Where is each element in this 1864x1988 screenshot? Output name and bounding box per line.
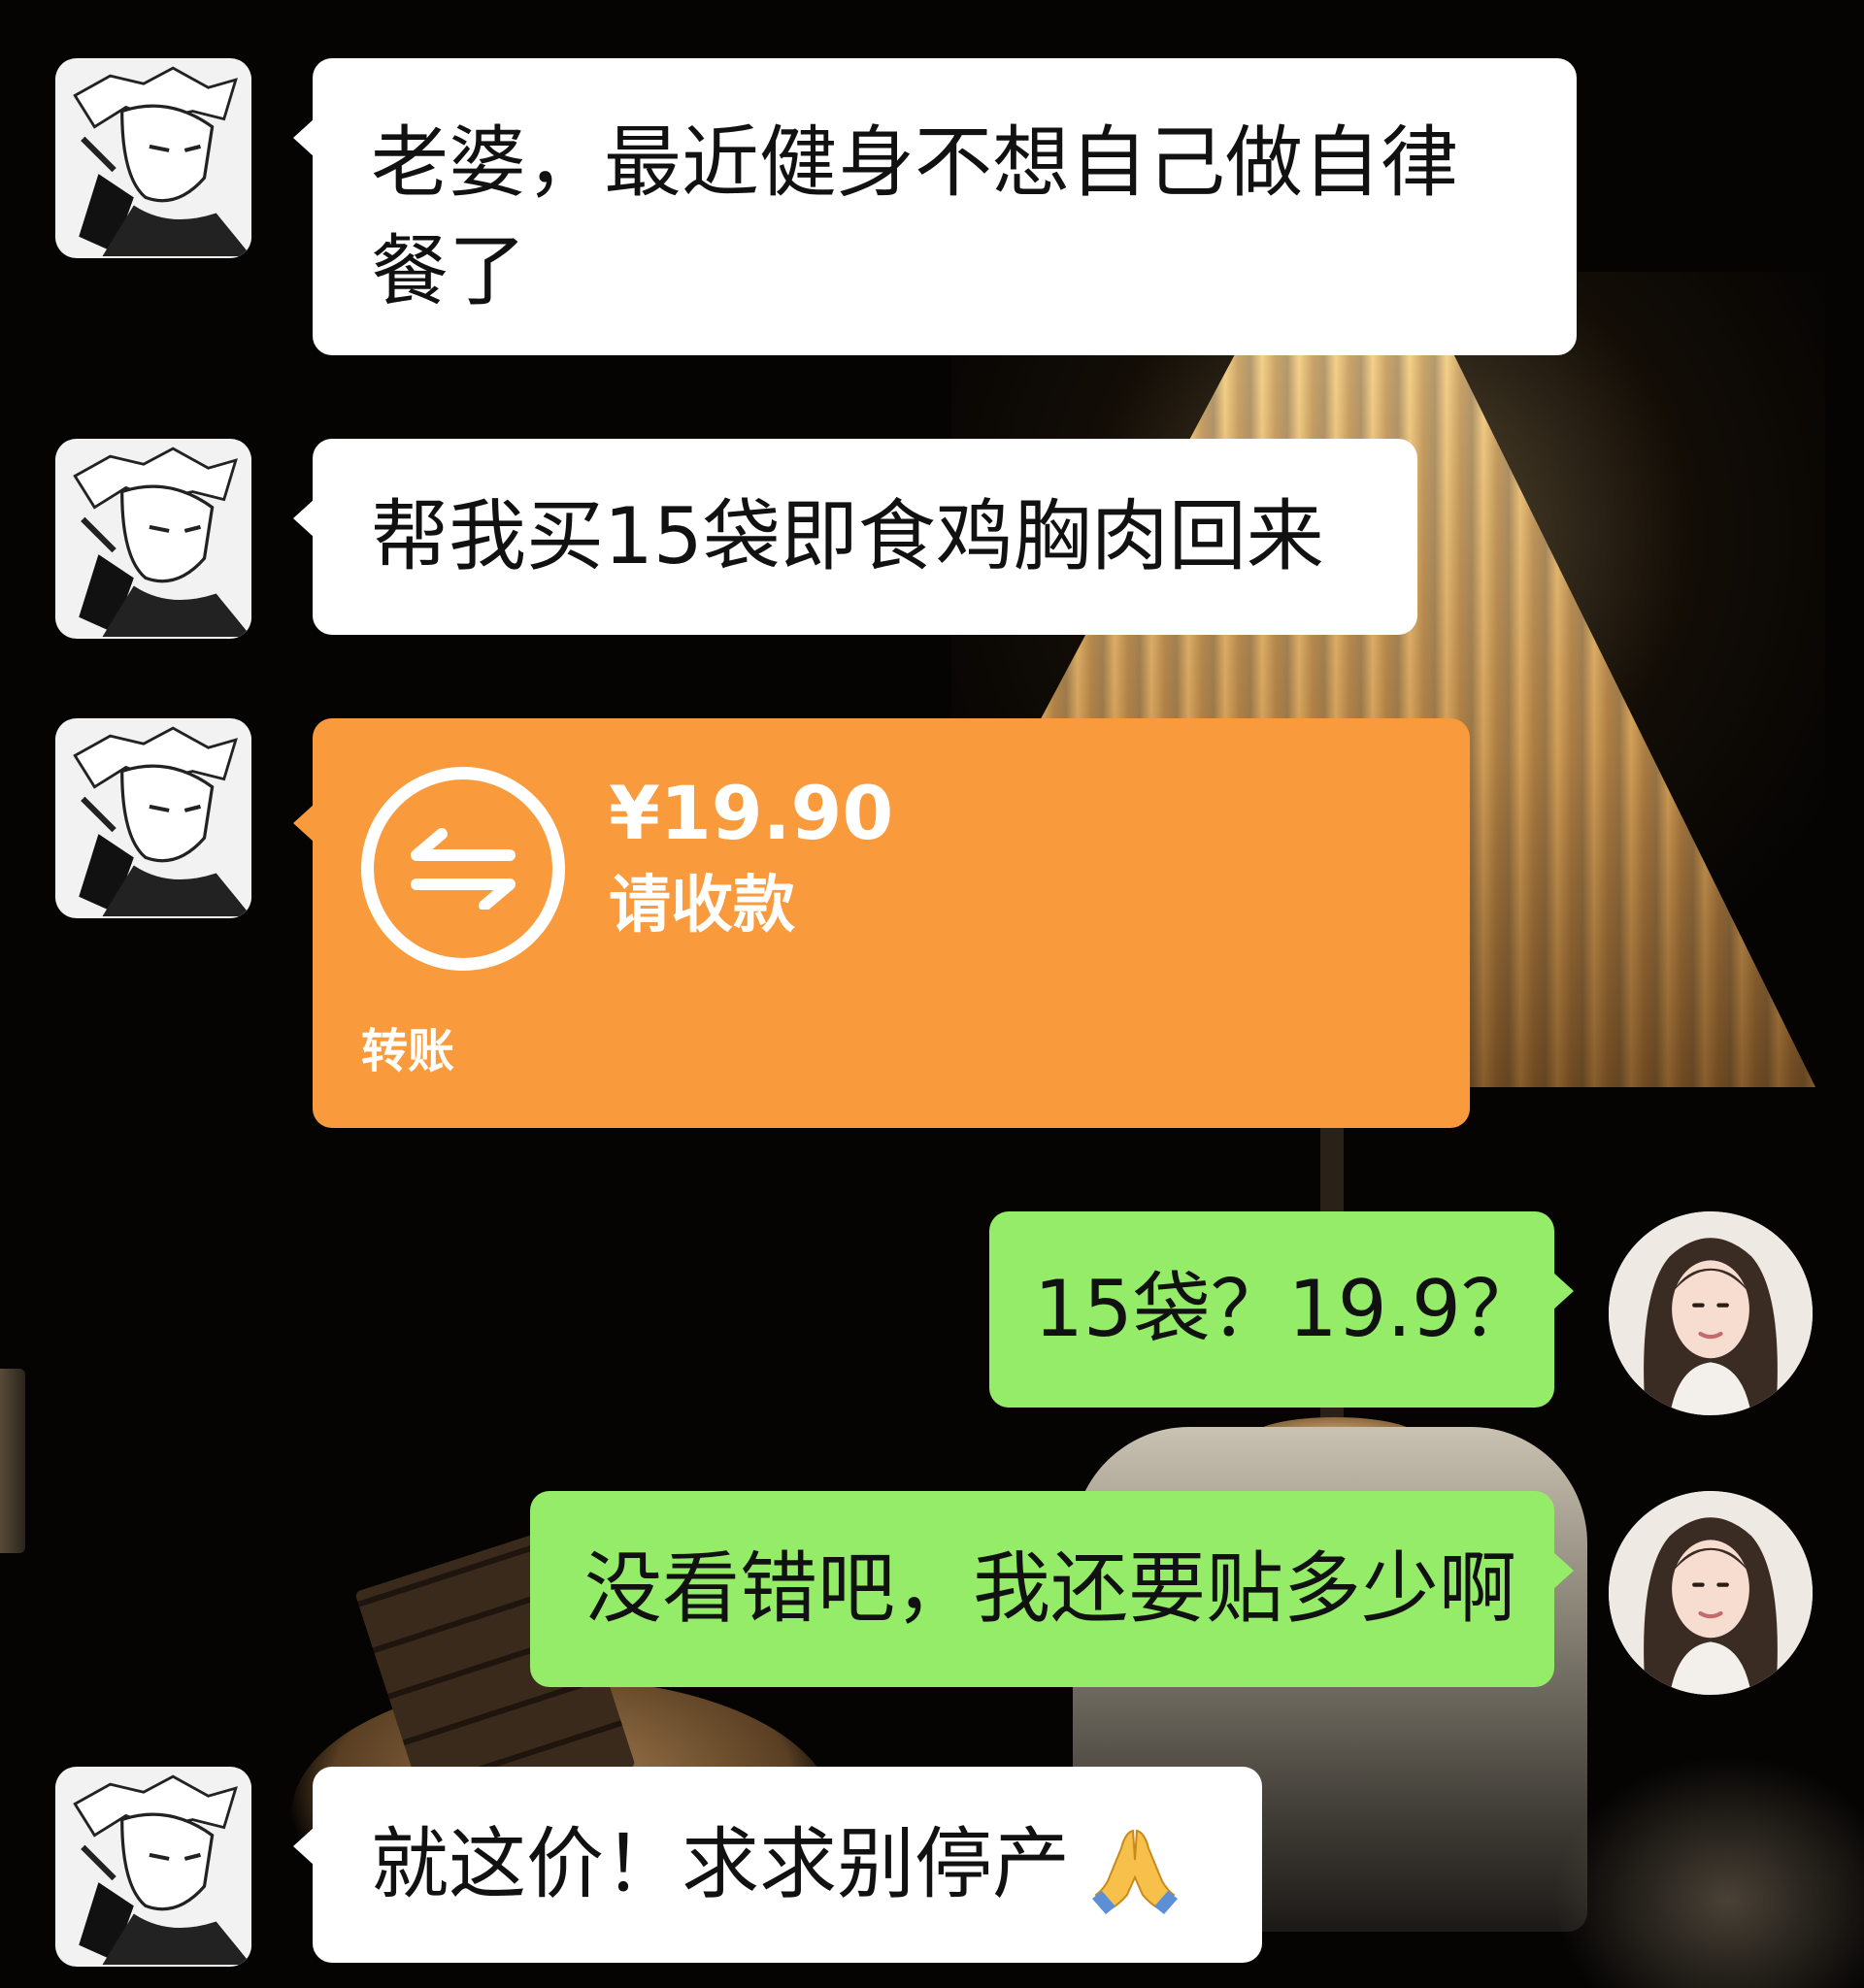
message-text: 没看错吧，我还要贴多少啊 <box>584 1543 1516 1634</box>
folded-hands-emoji-icon <box>1092 1829 1178 1915</box>
user-avatar[interactable] <box>1609 1491 1813 1695</box>
message-text: 帮我买15袋即食鸡胸肉回来 <box>371 491 1324 581</box>
message-bubble[interactable]: 就这价！求求别停产 <box>293 1767 1262 1963</box>
bubble-tail <box>1552 1272 1574 1310</box>
transfer-status: 请收款 <box>609 870 795 942</box>
message-bubble[interactable]: 没看错吧，我还要贴多少啊 <box>530 1491 1574 1687</box>
contact-avatar[interactable] <box>55 439 251 639</box>
message-bubble[interactable]: 15袋？19.9？ <box>989 1211 1574 1408</box>
user-avatar[interactable] <box>1609 1211 1813 1415</box>
bubble-tail <box>293 804 315 843</box>
bubble-tail <box>293 1827 315 1866</box>
transfer-card[interactable]: ¥19.90 请收款 转账 <box>293 718 1470 1128</box>
message-bubble[interactable]: 老婆，最近健身不想自己做自律餐了 <box>293 58 1577 355</box>
contact-avatar[interactable] <box>55 58 251 258</box>
transfer-label: 转账 <box>361 1024 455 1078</box>
contact-avatar[interactable] <box>55 1767 251 1967</box>
transfer-arrows-icon <box>361 767 565 971</box>
corner-glow <box>1553 1755 1864 1988</box>
contact-avatar[interactable] <box>55 718 251 918</box>
bubble-tail <box>1552 1551 1574 1590</box>
bubble-tail <box>293 118 315 157</box>
message-text: 15袋？19.9？ <box>1034 1264 1539 1354</box>
transfer-amount: ¥19.90 <box>609 770 894 856</box>
message-text: 就这价！求求别停产 <box>371 1819 1070 1909</box>
cup <box>0 1369 25 1553</box>
bubble-tail <box>293 499 315 538</box>
message-bubble[interactable]: 帮我买15袋即食鸡胸肉回来 <box>293 439 1417 635</box>
message-text: 老婆，最近健身不想自己做自律餐了 <box>371 117 1458 316</box>
